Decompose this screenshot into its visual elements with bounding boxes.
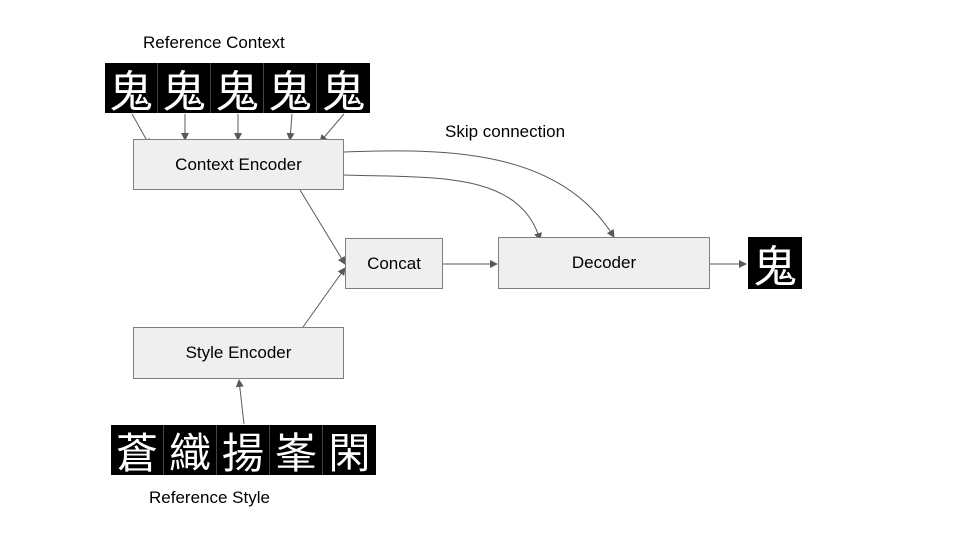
- concat-box: Concat: [345, 238, 443, 289]
- edge-style-to-concat: [302, 267, 346, 328]
- reference-context-label: Reference Context: [143, 33, 285, 52]
- edge-context-tile-5: [319, 113, 345, 143]
- reference-style-strip: 蒼 織 揚 峯 閑: [111, 425, 376, 475]
- reference-style-label: Reference Style: [149, 488, 270, 507]
- output-glyph: 鬼: [748, 237, 802, 289]
- edge-context-to-concat: [299, 189, 346, 265]
- output-glyph-image: 鬼: [748, 237, 802, 289]
- decoder-label: Decoder: [571, 253, 637, 272]
- style-glyph: 閑: [323, 425, 376, 475]
- decoder-box: Decoder: [498, 237, 710, 289]
- style-glyph: 織: [164, 425, 217, 475]
- style-glyph: 揚: [217, 425, 270, 475]
- context-encoder-box: Context Encoder: [133, 139, 344, 190]
- edge-skip-connection-2: [343, 174, 542, 241]
- edge-context-tile-4: [286, 113, 295, 141]
- reference-context-strip: 鬼 鬼 鬼 鬼 鬼: [105, 63, 370, 113]
- skip-connection-label: Skip connection: [445, 122, 566, 141]
- context-glyph: 鬼: [211, 63, 264, 113]
- context-encoder-label: Context Encoder: [175, 154, 302, 174]
- style-glyph: 蒼: [111, 425, 164, 475]
- edge-style-strip-to-encoder: [235, 379, 245, 425]
- style-encoder-box: Style Encoder: [133, 327, 344, 379]
- context-glyph: 鬼: [264, 63, 317, 113]
- context-glyph: 鬼: [317, 63, 370, 113]
- concat-label: Concat: [367, 253, 421, 273]
- edge-skip-connection-1: [343, 150, 615, 238]
- context-glyph: 鬼: [105, 63, 158, 113]
- context-glyph: 鬼: [158, 63, 211, 113]
- style-glyph: 峯: [270, 425, 323, 475]
- style-encoder-label: Style Encoder: [185, 343, 292, 362]
